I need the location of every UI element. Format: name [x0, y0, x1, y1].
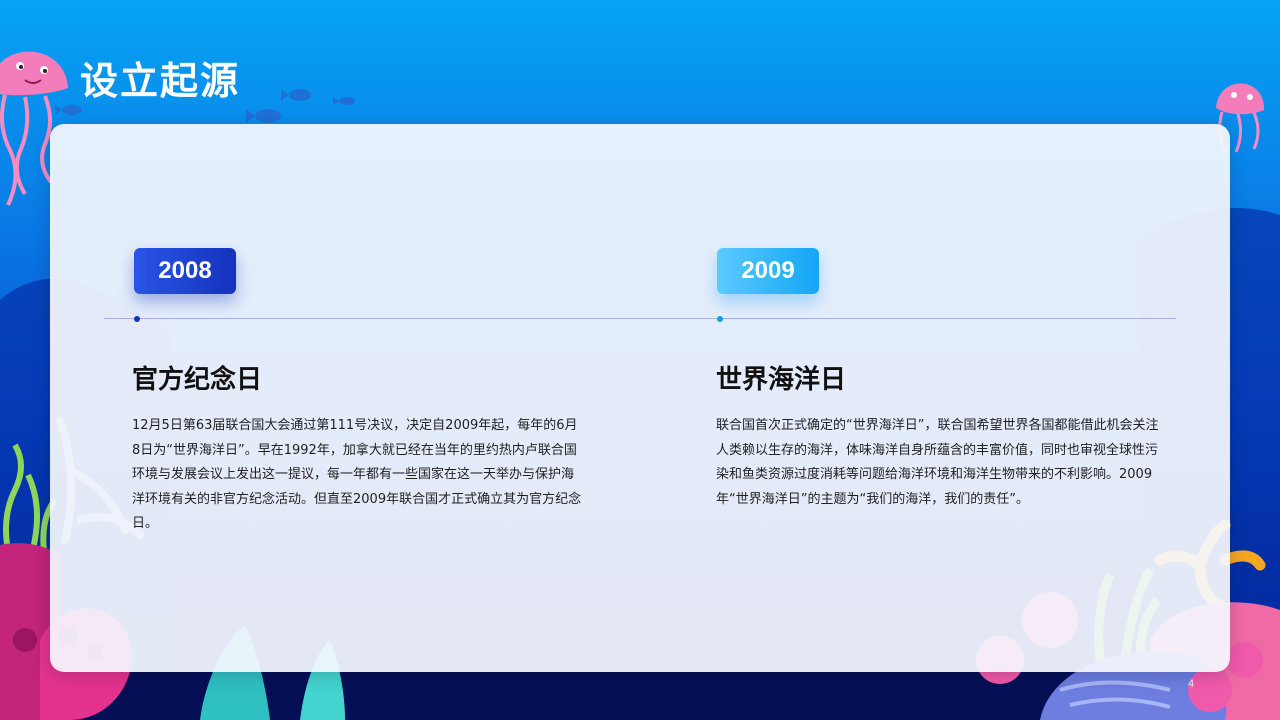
timeline-dot-2009 [717, 316, 723, 322]
year-badge-2009: 2009 [717, 248, 819, 294]
timeline-dot-2008 [134, 316, 140, 322]
page-number: 4 [1188, 678, 1195, 690]
right-heading: 世界海洋日 [716, 365, 847, 395]
timeline-line [104, 318, 1176, 319]
slide: 设立起源 2008 2009 官方纪念日 世界海洋日 12月5日第63届联合国大… [0, 0, 1280, 720]
right-body-text: 联合国首次正式确定的“世界海洋日”，联合国希望世界各国都能借此机会关注人类赖以生… [716, 418, 1159, 507]
left-heading: 官方纪念日 [132, 365, 263, 395]
slide-title: 设立起源 [80, 59, 241, 103]
left-body-text: 12月5日第63届联合国大会通过第111号决议，决定自2009年起，每年的6月8… [132, 418, 582, 531]
year-badge-2008: 2008 [134, 248, 236, 294]
content-card [50, 124, 1230, 672]
